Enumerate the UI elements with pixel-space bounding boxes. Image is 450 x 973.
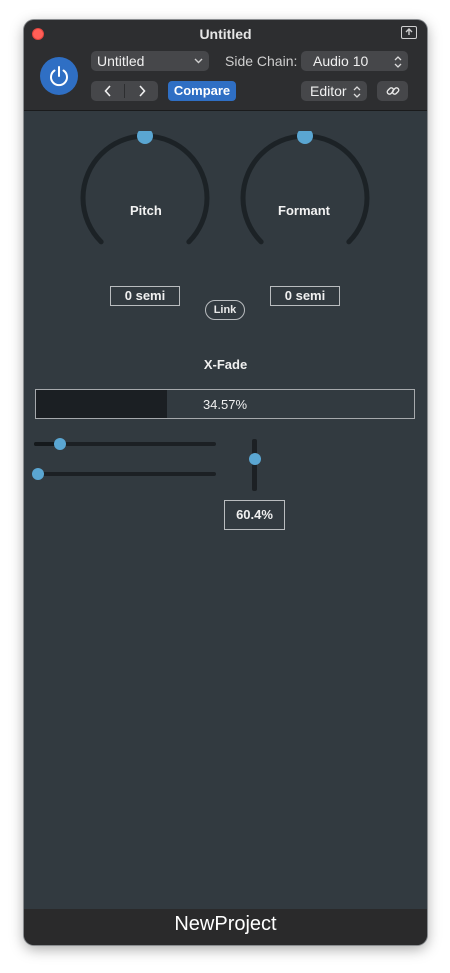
updown-arrows-icon xyxy=(394,54,402,74)
slider-fill xyxy=(34,442,56,446)
link-knobs-button[interactable]: Link xyxy=(205,300,245,320)
pitch-knob[interactable] xyxy=(78,131,212,261)
vertical-slider-value-field[interactable]: 60.4% xyxy=(224,500,285,530)
preset-nav xyxy=(91,81,158,101)
project-name-footer: NewProject xyxy=(24,909,427,945)
horizontal-slider-1[interactable] xyxy=(34,438,216,450)
xfade-label: X-Fade xyxy=(203,357,248,372)
chevron-right-icon xyxy=(138,85,146,97)
xfade-slider[interactable]: 34.57% xyxy=(35,389,415,419)
float-window-icon[interactable] xyxy=(401,26,417,39)
slider-thumb[interactable] xyxy=(248,452,261,465)
slider-thumb[interactable] xyxy=(53,438,66,450)
chevron-down-icon xyxy=(194,51,203,79)
formant-value-field[interactable]: 0 semi xyxy=(270,286,340,306)
preset-value: Untitled xyxy=(97,53,145,69)
vertical-slider[interactable] xyxy=(248,439,261,491)
bypass-power-button[interactable] xyxy=(40,57,78,95)
preset-menu[interactable]: Untitled xyxy=(91,51,209,71)
plugin-header: Untitled Untitled Side Chain: Audio 10 C… xyxy=(24,20,427,111)
compare-button[interactable]: Compare xyxy=(168,81,236,101)
slider-thumb[interactable] xyxy=(32,468,44,480)
formant-label: Formant xyxy=(278,203,330,218)
chain-link-icon xyxy=(386,87,399,95)
formant-knob-thumb[interactable] xyxy=(297,131,313,144)
window-title: Untitled xyxy=(199,26,252,42)
side-chain-select[interactable]: Audio 10 xyxy=(301,51,408,71)
view-value: Editor xyxy=(310,83,347,99)
pitch-knob-thumb[interactable] xyxy=(137,131,153,144)
chevron-left-icon xyxy=(103,85,111,97)
xfade-value: 34.57% xyxy=(202,397,248,412)
previous-preset-button[interactable] xyxy=(91,81,124,101)
horizontal-slider-2[interactable] xyxy=(32,468,216,480)
side-chain-value: Audio 10 xyxy=(313,53,369,69)
next-preset-button[interactable] xyxy=(125,81,158,101)
link-button[interactable] xyxy=(377,81,408,101)
formant-knob[interactable] xyxy=(238,131,372,261)
plugin-window: Untitled Untitled Side Chain: Audio 10 C… xyxy=(24,20,427,945)
updown-arrows-icon xyxy=(353,84,361,104)
side-chain-label: Side Chain: xyxy=(225,53,298,69)
power-icon xyxy=(50,66,68,87)
view-select[interactable]: Editor xyxy=(301,81,367,101)
pitch-value-field[interactable]: 0 semi xyxy=(110,286,180,306)
pitch-label: Pitch xyxy=(130,203,162,218)
